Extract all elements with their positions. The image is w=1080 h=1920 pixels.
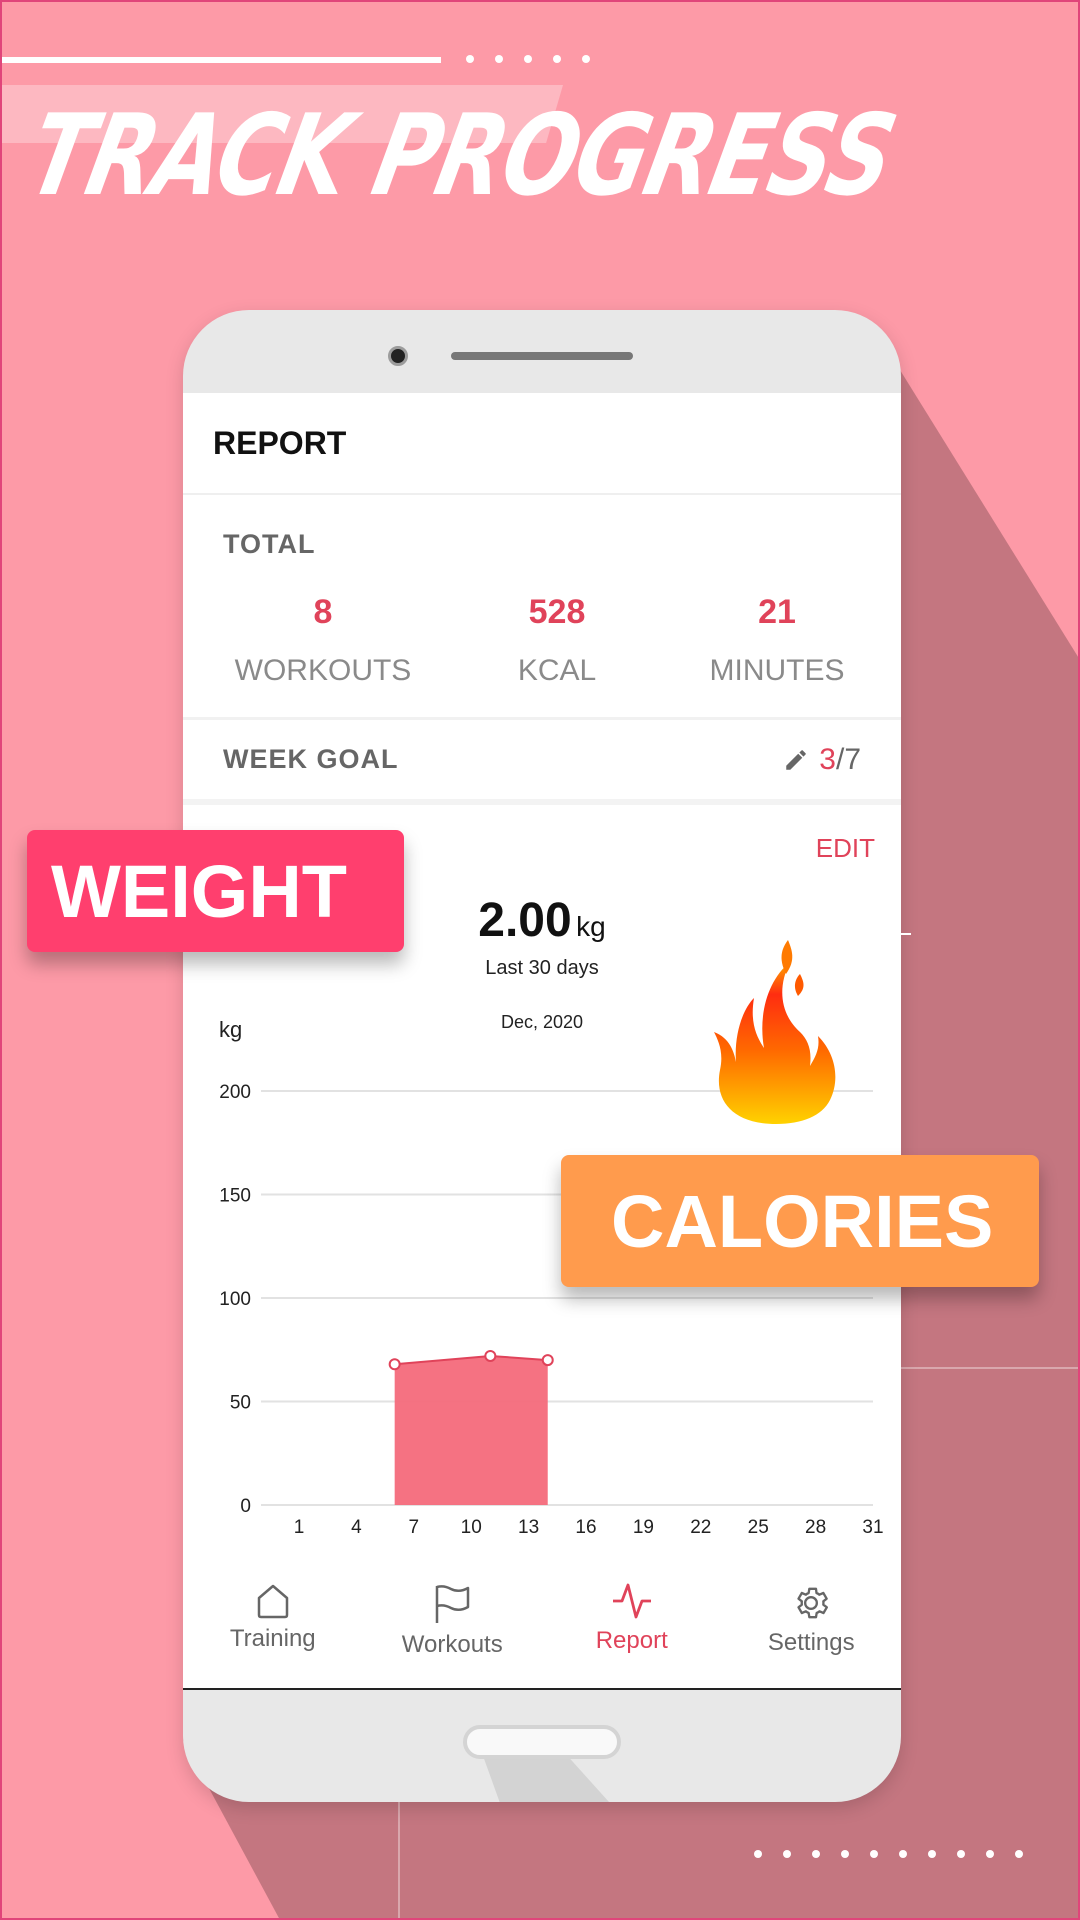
- headline: TRACK PROGRESS: [18, 91, 906, 221]
- speaker-grille: [451, 352, 633, 360]
- y-tick-label: 100: [219, 1289, 251, 1310]
- x-tick-label: 10: [461, 1517, 482, 1538]
- page-title: REPORT: [213, 424, 347, 461]
- x-tick-label: 25: [748, 1517, 769, 1538]
- stat-value: 8: [313, 593, 333, 631]
- x-tick-label: 28: [805, 1517, 826, 1538]
- stat-kcal: 528 KCAL: [447, 593, 667, 688]
- stat-label: MINUTES: [709, 654, 845, 687]
- x-tick-label: 22: [690, 1517, 711, 1538]
- pulse-icon: [612, 1583, 651, 1619]
- total-section: TOTAL 8 WORKOUTS 528 KCAL 21 MINUTES: [183, 495, 901, 720]
- nav-label: Training: [229, 1625, 316, 1652]
- x-tick-label: 19: [633, 1517, 654, 1538]
- decorative-dots-bottom: [754, 1850, 1023, 1858]
- camera-icon: [388, 346, 408, 366]
- app-bar: REPORT: [183, 393, 901, 495]
- nav-settings[interactable]: Settings: [722, 1561, 902, 1688]
- nav-label: Workouts: [401, 1631, 503, 1658]
- week-goal-section[interactable]: WEEK GOAL 3/7: [183, 720, 901, 805]
- calories-badge: CALORIES: [561, 1155, 1039, 1287]
- edit-weight-button[interactable]: EDIT: [816, 833, 875, 864]
- home-button[interactable]: [463, 1725, 621, 1759]
- total-label: TOTAL: [223, 529, 316, 559]
- y-tick-label: 50: [230, 1393, 251, 1414]
- goal-total: 7: [844, 742, 861, 776]
- data-point: [541, 1354, 554, 1367]
- data-point: [388, 1358, 401, 1371]
- decorative-horizontal-line: [901, 1367, 1080, 1369]
- decorative-vertical-line: [398, 1802, 400, 1920]
- week-goal-label: WEEK GOAL: [223, 744, 399, 774]
- home-icon: [257, 1584, 288, 1619]
- goal-done: 3: [819, 742, 836, 776]
- weight-unit: kg: [576, 911, 606, 942]
- data-point: [484, 1349, 497, 1362]
- y-tick-label: 150: [219, 1186, 251, 1207]
- pencil-icon[interactable]: [783, 747, 809, 773]
- nav-report[interactable]: Report: [542, 1561, 722, 1688]
- decorative-tick: [901, 933, 911, 935]
- stat-workouts: 8 WORKOUTS: [213, 593, 433, 688]
- x-tick-label: 31: [862, 1517, 883, 1538]
- flag-icon: [436, 1585, 470, 1623]
- bottom-nav: Training Workouts Report Settings: [183, 1561, 901, 1688]
- nav-training[interactable]: Training: [183, 1561, 363, 1688]
- nav-label: Report: [595, 1627, 668, 1654]
- stat-label: WORKOUTS: [234, 654, 412, 687]
- nav-label: Settings: [767, 1629, 855, 1656]
- x-tick-label: 7: [409, 1517, 420, 1538]
- x-tick-label: 1: [294, 1517, 305, 1538]
- area-fill: [394, 1355, 548, 1505]
- x-tick-label: 13: [518, 1517, 539, 1538]
- stat-label: KCAL: [517, 654, 597, 687]
- flame-icon: [714, 940, 836, 1124]
- nav-workouts[interactable]: Workouts: [363, 1561, 543, 1688]
- weight-badge: WEIGHT: [27, 830, 404, 952]
- y-tick-label: 200: [219, 1082, 251, 1103]
- gear-icon: [797, 1587, 829, 1619]
- stat-value: 21: [758, 593, 796, 631]
- stat-minutes: 21 MINUTES: [667, 593, 887, 688]
- x-tick-label: 4: [351, 1517, 362, 1538]
- y-tick-label: 0: [240, 1496, 251, 1517]
- week-goal-progress[interactable]: 3/7: [783, 743, 861, 777]
- decorative-dots-top: [466, 55, 590, 63]
- decorative-line: [0, 57, 441, 63]
- weight-number: 2.00: [478, 894, 572, 947]
- chart-y-label: kg: [219, 1017, 243, 1042]
- stat-value: 528: [528, 593, 586, 631]
- x-tick-label: 16: [575, 1517, 596, 1538]
